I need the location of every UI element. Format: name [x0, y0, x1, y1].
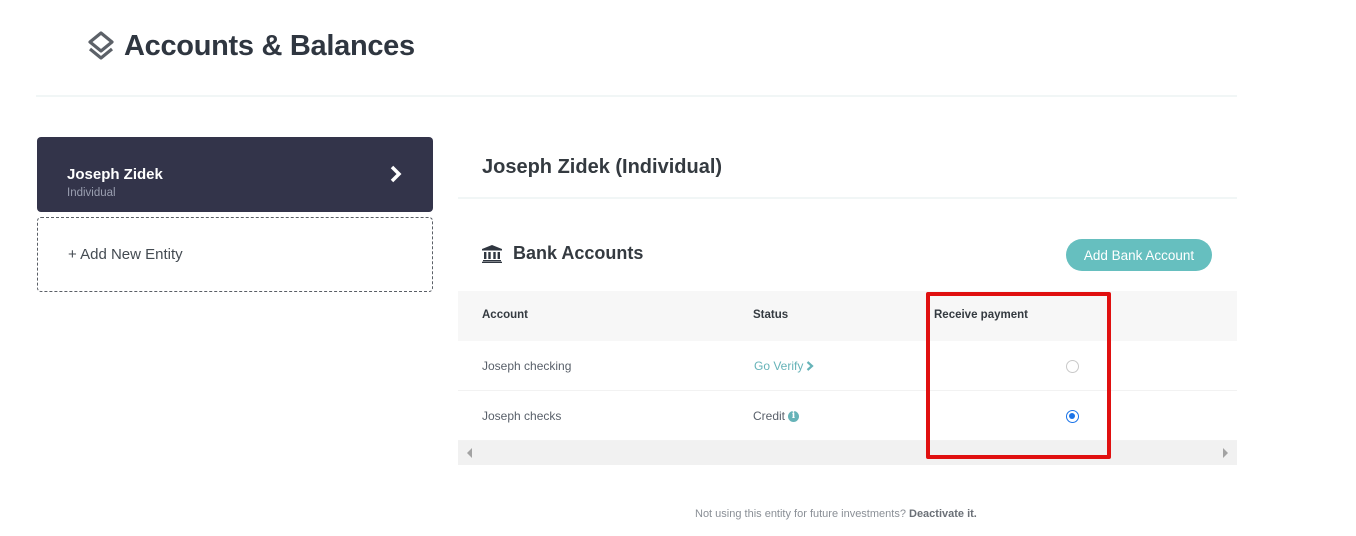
- footer-note-text: Not using this entity for future investm…: [695, 508, 906, 520]
- bank-accounts-table: Account Status Receive payment Joseph ch…: [458, 291, 1237, 466]
- chevron-right-icon: [390, 165, 402, 183]
- add-bank-account-button[interactable]: Add Bank Account: [1066, 239, 1212, 271]
- status-cell: Credit i: [753, 409, 800, 423]
- entity-name: Joseph Zidek: [67, 166, 163, 183]
- go-verify-link[interactable]: Go Verify: [754, 359, 815, 373]
- table-row: Joseph checks Credit i: [458, 391, 1237, 441]
- layers-icon: [88, 31, 114, 60]
- scroll-left-arrow-icon[interactable]: [464, 447, 476, 459]
- add-new-entity-button[interactable]: + Add New Entity: [37, 217, 433, 292]
- table-header: Account Status Receive payment: [458, 291, 1237, 341]
- bank-icon: [482, 244, 502, 263]
- info-icon[interactable]: i: [788, 410, 800, 422]
- table-row: Joseph checking Go Verify: [458, 341, 1237, 391]
- account-name: Joseph checking: [482, 359, 572, 373]
- receive-payment-radio[interactable]: [1066, 410, 1079, 423]
- entity-card-joseph-zidek[interactable]: Joseph Zidek Individual: [37, 137, 433, 212]
- column-header-receive-payment: Receive payment: [934, 309, 1028, 321]
- column-header-account: Account: [482, 309, 528, 321]
- chevron-right-icon: [807, 361, 815, 371]
- page-title: Accounts & Balances: [124, 29, 415, 62]
- deactivate-entity-link[interactable]: Deactivate it.: [909, 508, 977, 520]
- header-divider: [36, 95, 1237, 97]
- footer-note: Not using this entity for future investm…: [695, 508, 977, 520]
- entity-type: Individual: [67, 187, 116, 199]
- status-label: Go Verify: [754, 359, 804, 373]
- receive-payment-radio[interactable]: [1066, 360, 1079, 373]
- account-name: Joseph checks: [482, 409, 562, 423]
- accounts-balances-page: Accounts & Balances Joseph Zidek Individ…: [0, 0, 1356, 536]
- status-label: Credit: [753, 409, 786, 423]
- bank-accounts-section-title: Bank Accounts: [482, 243, 643, 264]
- horizontal-scrollbar[interactable]: [458, 441, 1237, 465]
- main-divider: [458, 197, 1237, 199]
- section-title-label: Bank Accounts: [513, 243, 644, 263]
- entity-heading: Joseph Zidek (Individual): [482, 156, 723, 178]
- add-new-entity-label: + Add New Entity: [68, 246, 183, 263]
- scroll-right-arrow-icon[interactable]: [1219, 447, 1231, 459]
- column-header-status: Status: [753, 309, 789, 321]
- page-header: Accounts & Balances: [86, 26, 415, 66]
